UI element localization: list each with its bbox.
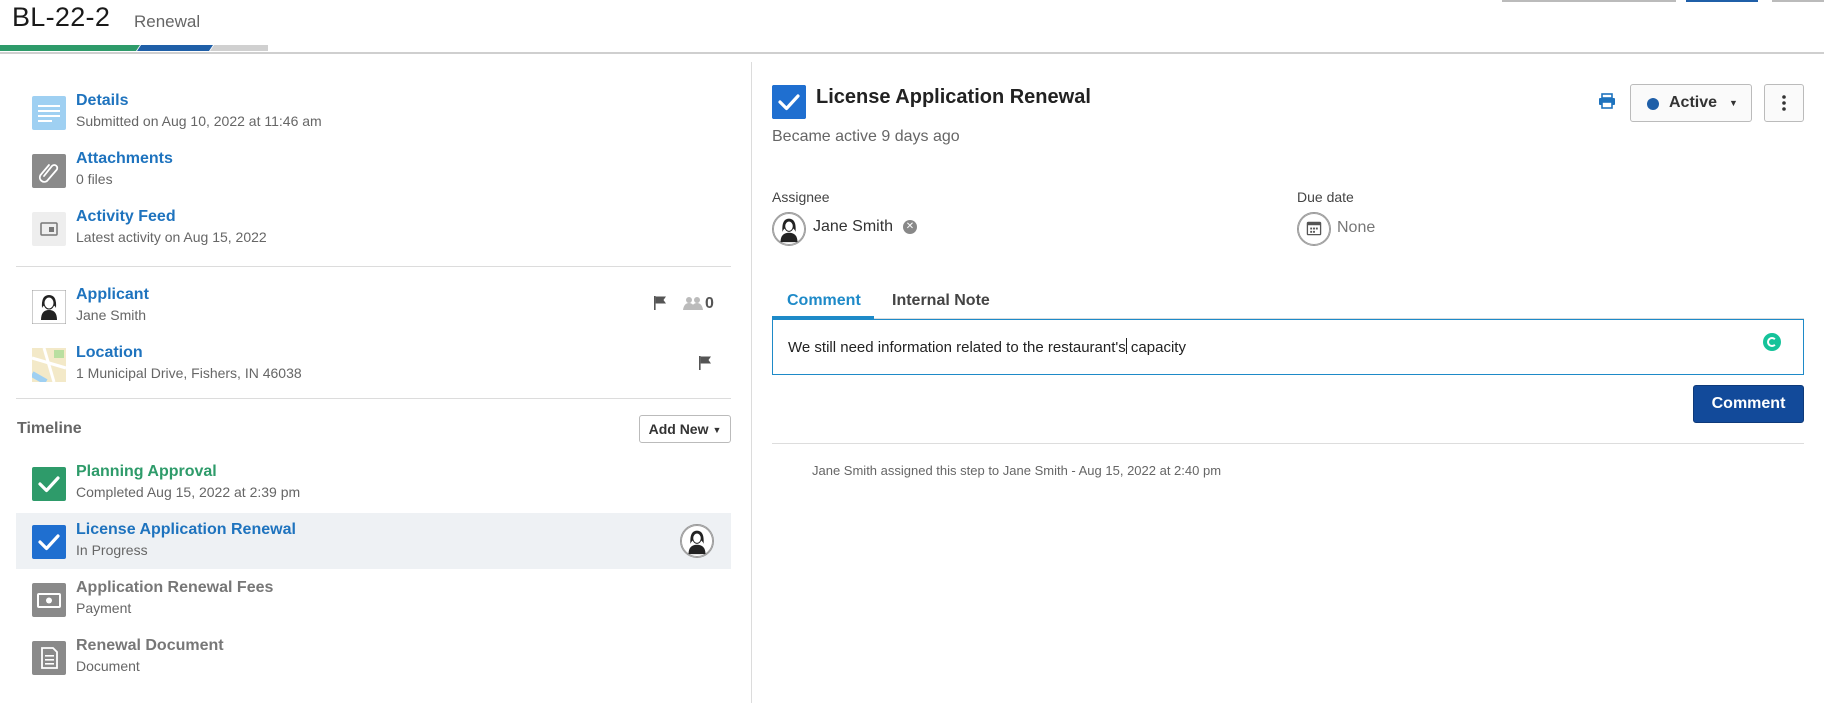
submit-comment-button[interactable]: Comment — [1693, 385, 1804, 423]
remove-assignee-icon[interactable]: ✕ — [903, 220, 917, 234]
caret-down-icon: ▼ — [1729, 98, 1738, 108]
flag-icon[interactable] — [653, 295, 667, 311]
flag-icon[interactable] — [698, 355, 712, 371]
activity-feed-icon — [32, 212, 66, 246]
section-divider — [16, 398, 731, 399]
calendar-icon[interactable] — [1297, 212, 1331, 246]
task-title: License Application Renewal — [816, 86, 1091, 108]
task-complete-checkbox[interactable] — [772, 85, 806, 119]
sidebar-item-details[interactable]: Details Submitted on Aug 10, 2022 at 11:… — [16, 84, 731, 140]
header-button-edge[interactable] — [1502, 0, 1676, 2]
timeline-step-subtitle: Payment — [76, 600, 132, 616]
caret-down-icon: ▼ — [712, 425, 722, 436]
timeline-step-title[interactable]: Application Renewal Fees — [76, 579, 273, 597]
add-new-button[interactable]: Add New ▼ — [639, 415, 731, 443]
timeline-step-title[interactable]: License Application Renewal — [76, 521, 296, 539]
workflow-progress-bar — [0, 45, 270, 51]
record-id: BL-22-2 — [12, 2, 111, 32]
check-icon — [32, 467, 66, 501]
progress-segment-active — [137, 45, 213, 51]
sidebar-item-label[interactable]: Attachments — [76, 150, 173, 168]
comment-text-after-cursor: capacity — [1126, 339, 1186, 356]
timeline-step-planning-approval[interactable]: Planning Approval Completed Aug 15, 2022… — [16, 455, 731, 511]
sidebar-item-sublabel: 1 Municipal Drive, Fishers, IN 46038 — [76, 365, 302, 381]
document-lines-icon — [32, 96, 66, 130]
sidebar-item-applicant[interactable]: Applicant Jane Smith 0 — [16, 278, 731, 334]
tab-internal-note[interactable]: Internal Note — [892, 292, 990, 310]
activity-divider — [772, 443, 1804, 444]
activity-entry: Jane Smith assigned this step to Jane Sm… — [812, 463, 1222, 478]
due-date-label: Due date — [1297, 189, 1354, 205]
document-icon — [32, 641, 66, 675]
timeline-step-renewal-document[interactable]: Renewal Document Document — [16, 629, 731, 685]
timeline-step-title[interactable]: Renewal Document — [76, 637, 224, 655]
sidebar-item-location[interactable]: Location 1 Municipal Drive, Fishers, IN … — [16, 336, 731, 392]
status-label: Active — [1669, 94, 1718, 111]
sidebar-item-label[interactable]: Details — [76, 92, 128, 110]
timeline-step-application-renewal-fees[interactable]: Application Renewal Fees Payment — [16, 571, 731, 627]
sidebar-item-label[interactable]: Activity Feed — [76, 208, 176, 226]
people-icon — [683, 297, 703, 310]
sidebar-item-sublabel: Jane Smith — [76, 307, 147, 323]
task-status-since: Became active 9 days ago — [772, 128, 960, 145]
progress-segment-pending — [210, 45, 268, 51]
timeline-step-subtitle: Completed Aug 15, 2022 at 2:39 pm — [76, 484, 301, 500]
timeline-step-subtitle: Document — [76, 658, 140, 674]
sidebar-item-sublabel: Latest activity on Aug 15, 2022 — [76, 229, 267, 245]
header-button-edge[interactable] — [1686, 0, 1758, 2]
sidebar-item-label[interactable]: Applicant — [76, 286, 149, 304]
timeline-heading: Timeline — [17, 420, 82, 437]
section-divider — [16, 266, 731, 267]
more-options-button[interactable] — [1764, 84, 1804, 122]
vertical-ellipsis-icon — [1782, 95, 1786, 112]
sidebar-item-activity-feed[interactable]: Activity Feed Latest activity on Aug 15,… — [16, 200, 731, 256]
panel-divider — [751, 62, 752, 703]
record-header: BL-22-2 Renewal — [0, 0, 1824, 54]
paperclip-icon — [32, 154, 66, 188]
comment-input[interactable]: We still need information related to the… — [772, 319, 1804, 375]
assignee-avatar — [772, 212, 806, 246]
assignee-name: Jane Smith — [813, 218, 894, 235]
timeline-step-title[interactable]: Planning Approval — [76, 463, 217, 481]
person-avatar-icon — [32, 290, 66, 324]
due-date-value[interactable]: None — [1337, 219, 1375, 237]
sidebar-item-label[interactable]: Location — [76, 344, 143, 362]
sidebar-item-attachments[interactable]: Attachments 0 files — [16, 142, 731, 198]
sidebar-item-sublabel: 0 files — [76, 171, 113, 187]
grammarly-icon[interactable] — [1763, 333, 1781, 351]
add-new-label: Add New — [648, 421, 709, 437]
payment-icon — [32, 583, 66, 617]
progress-segment-completed — [0, 45, 140, 51]
header-button-edge[interactable] — [1772, 0, 1824, 2]
header-divider — [0, 52, 1824, 54]
comment-text-before-cursor: We still need information related to the… — [788, 339, 1126, 356]
timeline-step-license-application-renewal[interactable]: License Application Renewal In Progress — [16, 513, 731, 569]
map-icon — [32, 348, 66, 382]
status-dropdown[interactable]: Active ▼ — [1630, 84, 1752, 122]
check-icon — [32, 525, 66, 559]
status-dot-icon — [1647, 98, 1659, 110]
tab-comment[interactable]: Comment — [787, 292, 861, 310]
timeline-step-subtitle: In Progress — [76, 542, 148, 558]
sidebar-item-sublabel: Submitted on Aug 10, 2022 at 11:46 am — [76, 113, 322, 129]
assignee-label: Assignee — [772, 189, 830, 205]
people-count: 0 — [705, 295, 714, 312]
assignee-avatar — [680, 524, 714, 558]
comment-text[interactable]: We still need information related to the… — [788, 338, 1186, 356]
record-type: Renewal — [134, 12, 201, 31]
print-icon[interactable] — [1598, 93, 1616, 109]
